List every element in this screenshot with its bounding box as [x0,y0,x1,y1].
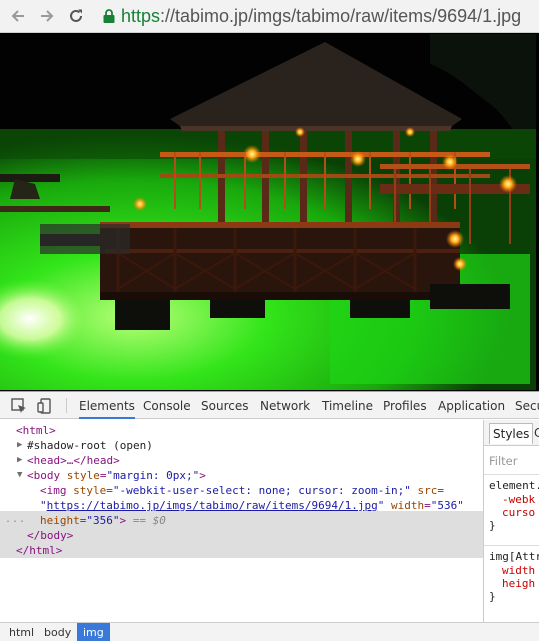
body-attr-name: style [66,469,100,482]
expand-triangle-icon[interactable]: ▶ [17,438,22,453]
elements-tree[interactable]: ... <html> ▶ #shadow-root (open) ▶ <head… [0,420,483,622]
styles-divider [484,474,539,475]
back-button[interactable] [7,5,29,27]
url-path: ://tabimo.jp/imgs/tabimo/raw/items/9694/… [160,6,522,26]
tab-separator [66,398,67,413]
lock-icon [103,9,115,23]
tab-console[interactable]: Console [143,392,191,419]
dom-html-open[interactable]: <html> [16,423,56,438]
dom-head[interactable]: <head>…</head> [27,453,120,468]
img-open-tag: <img [40,484,67,497]
breadcrumb-html[interactable]: html [3,623,40,641]
tab-timeline[interactable]: Timeline [322,392,373,419]
dom-body-close[interactable]: </body> [27,528,73,543]
collapse-triangle-icon[interactable]: ▼ [17,468,22,483]
styles-divider [484,545,539,546]
rule-element-close: } [489,519,496,532]
inspect-element-icon[interactable] [10,397,28,415]
tab-elements[interactable]: Elements [79,392,135,419]
dom-html-close[interactable]: </html> [16,543,62,558]
body-open-tag: <body [27,469,61,482]
pier-photo[interactable] [0,34,536,390]
rule-element-selector[interactable]: element. [489,479,539,492]
styles-tab-bar: Styles C [484,420,539,446]
devtools-panel: Elements Console Sources Network Timelin… [0,391,539,641]
head-tag: <head>…</head> [27,454,120,467]
breadcrumb-body[interactable]: body [38,623,77,641]
html-close-tag: </html> [16,544,63,557]
rule-element-prop-2[interactable]: curso [502,506,535,519]
img-height-attr-name: height [40,514,80,527]
tab-computed[interactable]: C [534,423,539,444]
styles-sidebar: Styles C Filter element. -webk curso } i… [483,420,539,622]
tab-profiles[interactable]: Profiles [383,392,427,419]
expand-triangle-icon[interactable]: ▶ [17,453,22,468]
rule-img-attr-selector[interactable]: img[Attr [489,550,539,563]
tab-sources[interactable]: Sources [201,392,248,419]
page-viewport [0,33,539,391]
arrow-left-icon [11,10,24,22]
img-width-attr-name: width [391,499,425,512]
img-src-link[interactable]: https://tabimo.jp/imgs/tabimo/raw/items/… [47,499,378,512]
node-menu-dots[interactable]: ... [5,512,26,527]
reload-button[interactable] [65,5,87,27]
dom-img-line-3[interactable]: height="356"> == $0 [40,513,166,528]
devtools-tab-bar: Elements Console Sources Network Timelin… [0,392,539,419]
rule-img-close: } [489,590,496,603]
dom-shadow-root[interactable]: #shadow-root (open) [27,438,153,453]
device-mode-icon[interactable] [36,397,54,415]
img-close-bracket: > [119,514,127,527]
address-bar[interactable]: https://tabimo.jp/imgs/tabimo/raw/items/… [121,4,521,28]
dom-body-open[interactable]: <body style="margin: 0px;"> [27,468,206,483]
breadcrumb-img[interactable]: img [77,623,110,641]
dom-img-line-2[interactable]: "https://tabimo.jp/imgs/tabimo/raw/items… [40,498,464,513]
styles-filter-input[interactable]: Filter [489,454,517,468]
img-style-attr-value: "-webkit-user-select: none; cursor: zoom… [112,484,411,497]
dom-img-line-1[interactable]: <img style="-webkit-user-select: none; c… [40,483,444,498]
url-scheme: https [121,6,161,26]
selected-node-marker: == $0 [132,514,166,527]
rule-img-prop-2[interactable]: heigh [502,577,535,590]
img-width-attr-value: "536" [430,499,464,512]
tab-application[interactable]: Application [438,392,505,419]
rule-element-prop-1[interactable]: -webk [502,493,535,506]
browser-toolbar: https://tabimo.jp/imgs/tabimo/raw/items/… [0,0,539,33]
forward-button[interactable] [36,5,58,27]
img-src-attr-name: src [417,484,438,497]
html-open-tag: <html> [16,424,56,437]
body-close-bracket: > [199,469,206,482]
tab-security[interactable]: Secu [515,392,539,419]
tab-styles[interactable]: Styles [489,423,534,444]
img-style-attr-name: style [73,484,107,497]
body-close-tag: </body> [27,529,74,542]
shadow-root-text: #shadow-root (open) [27,439,153,452]
breadcrumb: html body img [0,622,539,641]
reload-icon [70,9,82,22]
arrow-right-icon [41,10,54,22]
tab-network[interactable]: Network [260,392,310,419]
body-attr-value: "margin: 0px;" [106,469,200,482]
img-height-attr-value: "356" [86,514,120,527]
rule-img-prop-1[interactable]: width [502,564,535,577]
